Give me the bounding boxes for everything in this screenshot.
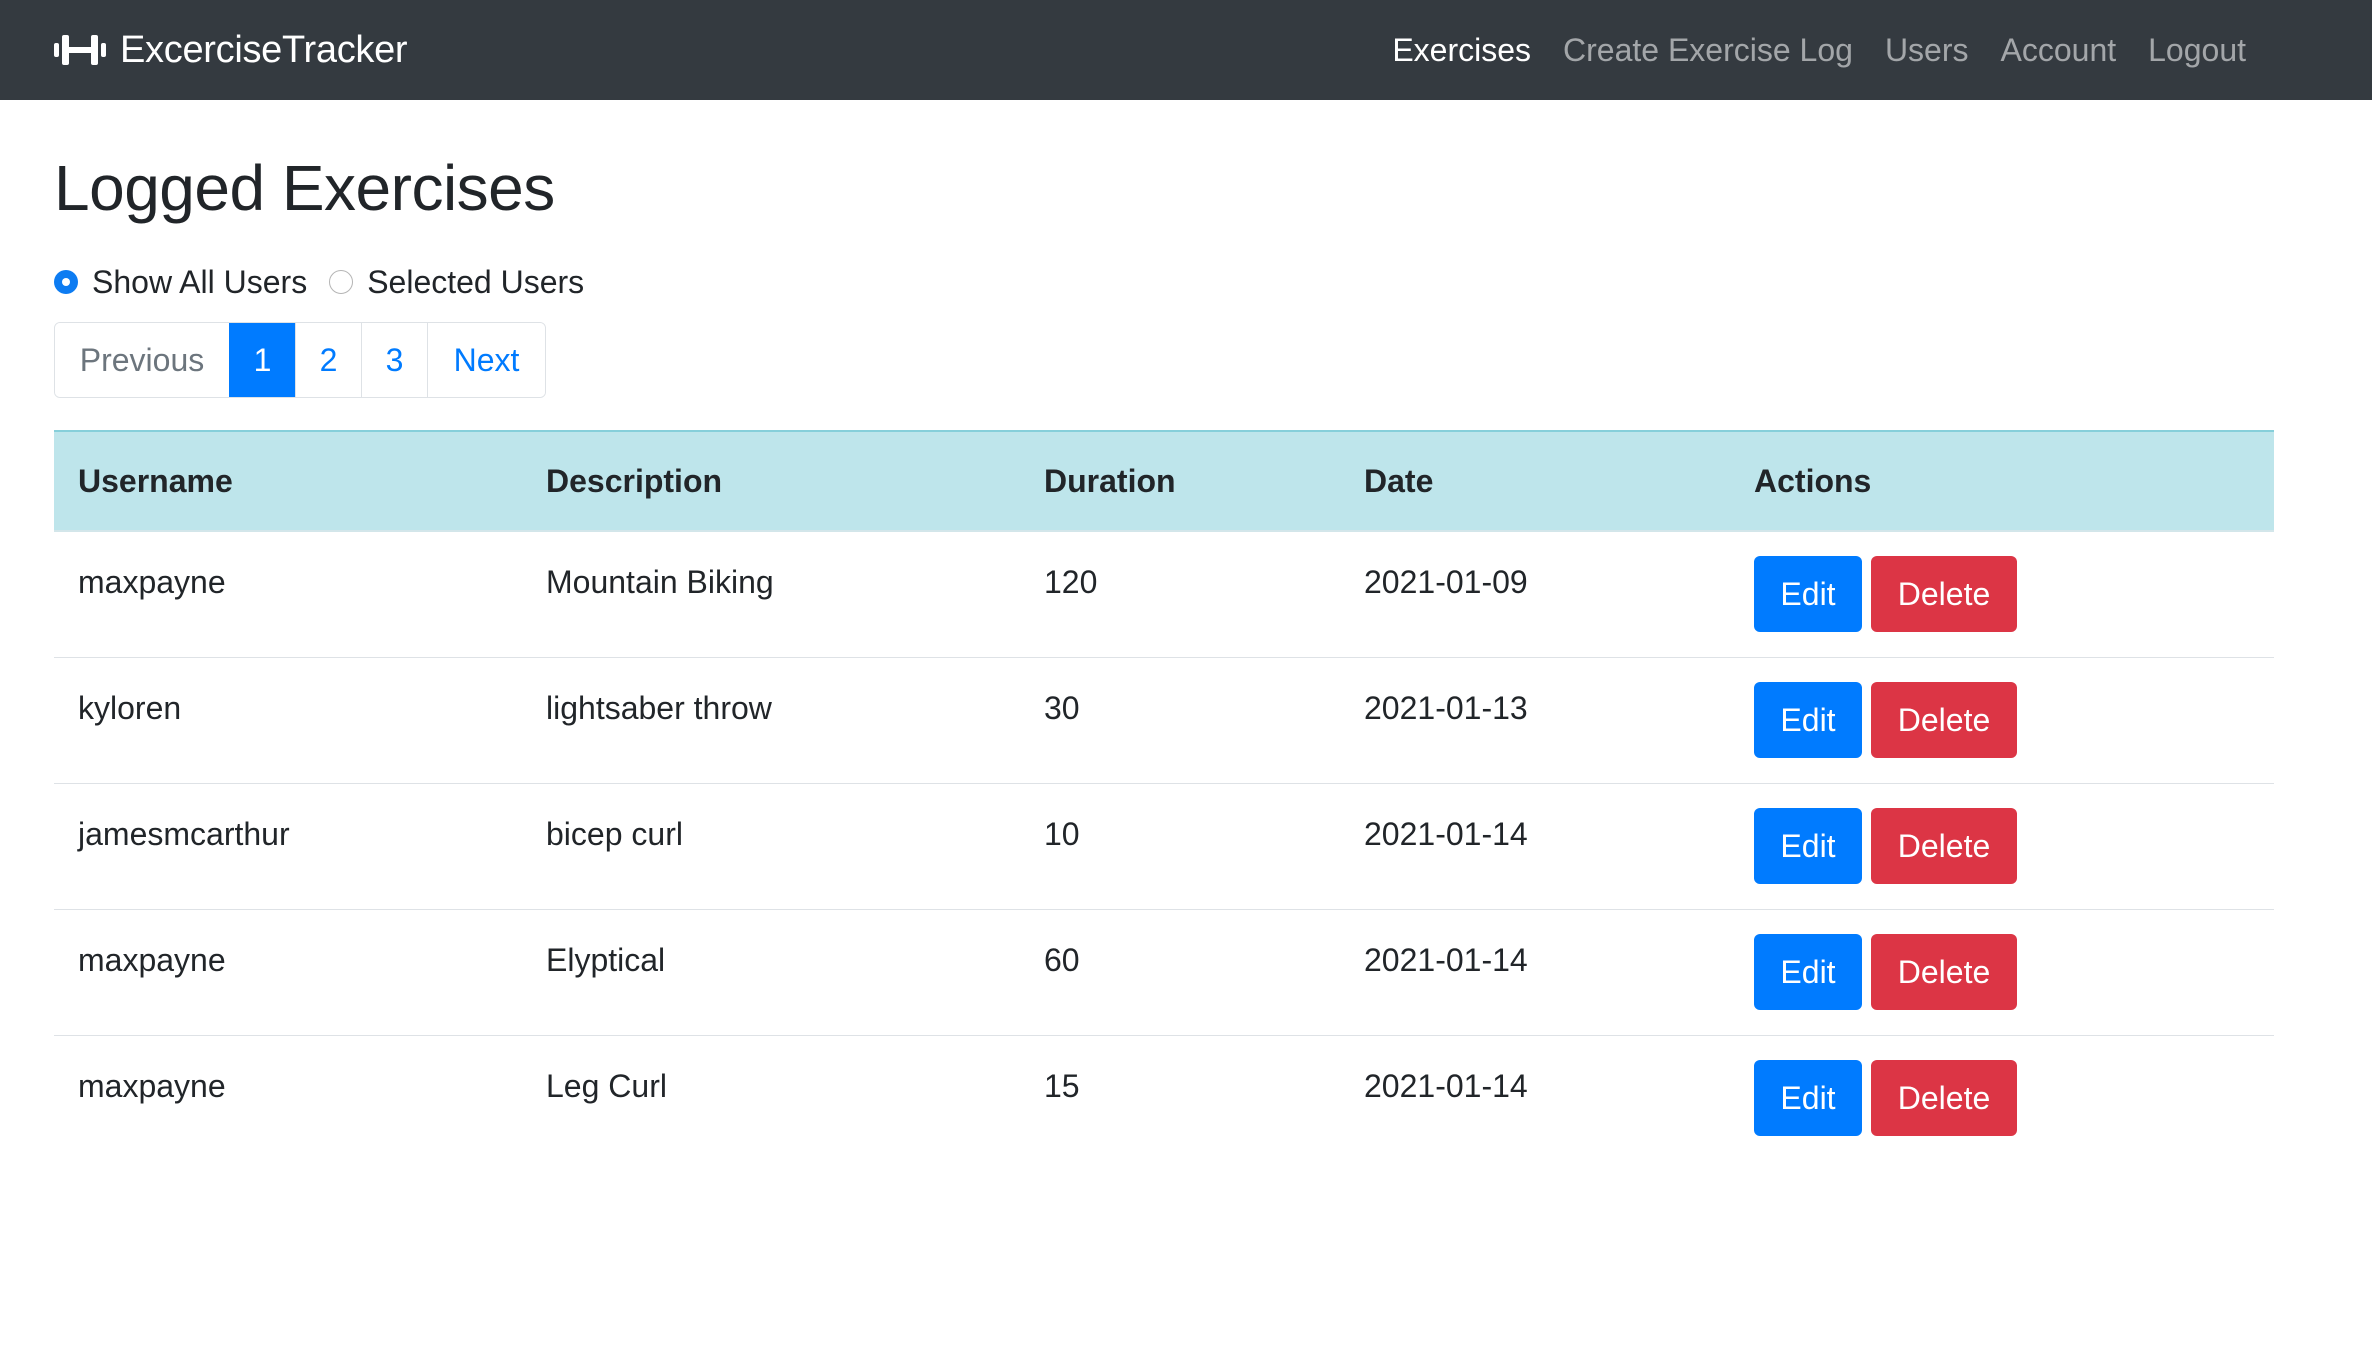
cell-duration: 10 <box>1044 816 1080 852</box>
cell-date: 2021-01-14 <box>1364 816 1528 852</box>
cell-description: Elyptical <box>546 942 666 978</box>
delete-button[interactable]: Delete <box>1871 1060 2017 1136</box>
nav-link-create-exercise-log[interactable]: Create Exercise Log <box>1547 32 1869 69</box>
nav-link-logout[interactable]: Logout <box>2132 32 2262 69</box>
cell-description: Leg Curl <box>546 1068 667 1104</box>
nav-link-account[interactable]: Account <box>1985 32 2133 69</box>
brand-link[interactable]: ExcerciseTracker <box>54 0 408 100</box>
table-row: maxpayne Leg Curl 15 2021-01-14 Edit Del… <box>54 1036 2274 1162</box>
nav-link-users[interactable]: Users <box>1869 32 1985 69</box>
delete-button[interactable]: Delete <box>1871 682 2017 758</box>
cell-duration: 120 <box>1044 564 1098 600</box>
cell-date: 2021-01-13 <box>1364 690 1528 726</box>
cell-duration: 60 <box>1044 942 1080 978</box>
cell-username: maxpayne <box>78 564 226 600</box>
cell-actions: Edit Delete <box>1730 532 2274 632</box>
delete-button[interactable]: Delete <box>1871 934 2017 1010</box>
cell-date: 2021-01-14 <box>1364 942 1528 978</box>
delete-button[interactable]: Delete <box>1871 808 2017 884</box>
column-header-duration: Duration <box>1044 462 1176 499</box>
column-header-description: Description <box>546 462 723 499</box>
radio-button-checked[interactable] <box>54 270 78 294</box>
edit-button[interactable]: Edit <box>1754 556 1862 632</box>
cell-description: bicep curl <box>546 816 683 852</box>
table-row: kyloren lightsaber throw 30 2021-01-13 E… <box>54 658 2274 784</box>
delete-button[interactable]: Delete <box>1871 556 2017 632</box>
edit-button[interactable]: Edit <box>1754 808 1862 884</box>
cell-duration: 30 <box>1044 690 1080 726</box>
table-header: Username Description Duration Date Actio… <box>54 430 2274 532</box>
radio-label: Show All Users <box>92 263 308 300</box>
pagination-next[interactable]: Next <box>427 323 545 397</box>
pagination: Previous 1 2 3 Next <box>54 322 546 398</box>
brand-name: ExcerciseTracker <box>120 28 408 71</box>
cell-username: maxpayne <box>78 1068 226 1104</box>
column-header-date: Date <box>1364 462 1434 499</box>
table-row: jamesmcarthur bicep curl 10 2021-01-14 E… <box>54 784 2274 910</box>
cell-username: jamesmcarthur <box>78 816 290 852</box>
edit-button[interactable]: Edit <box>1754 682 1862 758</box>
table-row: maxpayne Mountain Biking 120 2021-01-09 … <box>54 532 2274 658</box>
pagination-previous[interactable]: Previous <box>55 323 229 397</box>
cell-actions: Edit Delete <box>1730 658 2274 758</box>
cell-duration: 15 <box>1044 1068 1080 1104</box>
pagination-page-3[interactable]: 3 <box>361 323 427 397</box>
cell-actions: Edit Delete <box>1730 910 2274 1010</box>
cell-actions: Edit Delete <box>1730 1036 2274 1136</box>
nav-links: Exercises Create Exercise Log Users Acco… <box>1376 0 2262 100</box>
radio-show-all-users[interactable]: Show All Users <box>54 264 307 301</box>
radio-selected-users[interactable]: Selected Users <box>329 264 584 301</box>
exercises-table: Username Description Duration Date Actio… <box>54 430 2274 1162</box>
cell-username: kyloren <box>78 690 182 726</box>
pagination-page-2[interactable]: 2 <box>295 323 361 397</box>
nav-link-exercises[interactable]: Exercises <box>1376 32 1547 69</box>
cell-description: lightsaber throw <box>546 690 772 726</box>
page-title: Logged Exercises <box>54 152 555 224</box>
cell-username: maxpayne <box>78 942 226 978</box>
cell-date: 2021-01-09 <box>1364 564 1528 600</box>
cell-actions: Edit Delete <box>1730 784 2274 884</box>
edit-button[interactable]: Edit <box>1754 1060 1862 1136</box>
user-filter-radios: Show All Users Selected Users <box>54 260 606 304</box>
radio-button-unchecked[interactable] <box>329 270 354 294</box>
top-navbar: ExcerciseTracker Exercises Create Exerci… <box>0 0 2372 100</box>
edit-button[interactable]: Edit <box>1754 934 1862 1010</box>
radio-label: Selected Users <box>367 263 585 300</box>
cell-date: 2021-01-14 <box>1364 1068 1528 1104</box>
dumbbell-icon <box>54 35 106 65</box>
table-row: maxpayne Elyptical 60 2021-01-14 Edit De… <box>54 910 2274 1036</box>
pagination-page-1[interactable]: 1 <box>229 323 295 397</box>
column-header-actions: Actions <box>1754 462 1872 499</box>
cell-description: Mountain Biking <box>546 564 774 600</box>
column-header-username: Username <box>78 462 233 499</box>
